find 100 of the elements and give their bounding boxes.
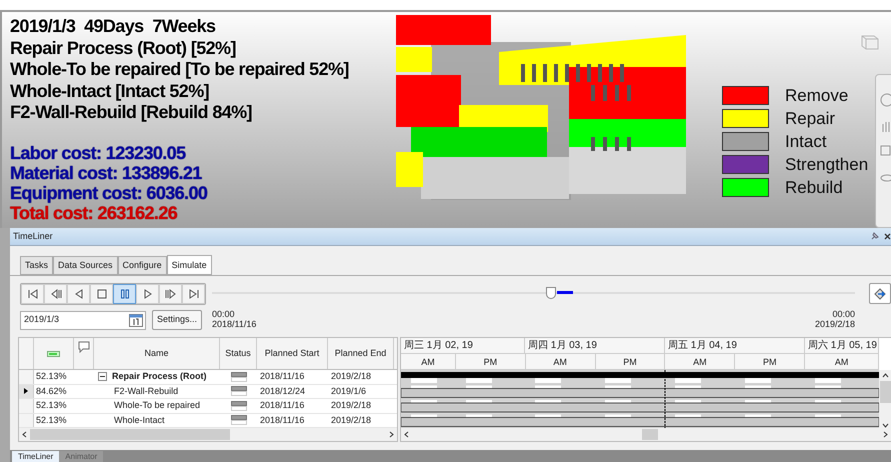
day-header: 周六 1月 05, 19	[805, 338, 879, 353]
column-header[interactable]: Status	[220, 338, 257, 369]
pin-icon	[870, 232, 879, 241]
step-forward-icon	[164, 288, 176, 300]
scroll-left-icon[interactable]	[404, 431, 409, 438]
status-icon	[230, 386, 246, 396]
table-cell-text: 2019/1/6	[330, 384, 368, 398]
transport-button[interactable]	[67, 284, 90, 304]
vertical-scrollbar[interactable]	[879, 370, 891, 428]
status-icon	[230, 415, 246, 426]
day-header: 周三 1月 02, 19	[401, 338, 525, 353]
horizontal-scrollbar[interactable]	[19, 428, 397, 441]
table-cell-text: 52.13%	[35, 370, 68, 383]
transport-button[interactable]	[21, 284, 44, 304]
half-day-header: PM	[596, 354, 666, 369]
row-header[interactable]	[19, 384, 34, 398]
table-cell-text: 2019/2/18	[330, 399, 372, 412]
start-time: 00:00	[212, 309, 236, 319]
table-cell-text: 2018/11/16	[259, 370, 306, 383]
transport-button[interactable]	[159, 284, 182, 304]
overlay-text: Repair Process (Root) [52%]	[10, 38, 237, 59]
table-cell-text: F2-Wall-Rebuild	[114, 384, 178, 398]
day-header: 周五 1月 04, 19	[665, 338, 805, 353]
overlay-text: Whole-To be repaired [To be repaired 52%]	[10, 59, 350, 80]
cost-text: Equipment cost: 6036.00	[10, 182, 208, 202]
bottom-tab[interactable]: TimeLiner	[12, 451, 60, 462]
skip-end-icon	[188, 288, 200, 300]
scroll-right-icon[interactable]	[389, 431, 394, 438]
overlay-text: 2019/1/3 49Days 7Weeks	[10, 16, 216, 38]
scroll-left-icon[interactable]	[22, 431, 27, 438]
transport-button[interactable]	[182, 284, 205, 304]
close-icon[interactable]	[884, 233, 891, 240]
battery-icon	[47, 350, 60, 356]
transport-button[interactable]	[90, 284, 113, 304]
transport-button[interactable]	[44, 284, 67, 304]
column-header[interactable]: Name	[94, 338, 220, 369]
transport-button[interactable]	[113, 284, 136, 304]
column-header[interactable]: Planned Start	[257, 338, 328, 369]
legend-label: Rebuild	[785, 179, 843, 196]
cost-text: Labor cost: 123230.05	[10, 142, 187, 162]
half-day-header: AM	[805, 354, 880, 369]
scroll-up-icon[interactable]	[882, 373, 888, 378]
scroll-right-icon[interactable]	[883, 431, 888, 438]
legend-label: Remove	[785, 87, 848, 104]
table-cell-text: 52.13%	[35, 414, 68, 426]
row-pointer-icon	[24, 388, 28, 394]
play-icon	[142, 288, 154, 300]
comment-icon	[78, 341, 90, 353]
scrollbar-thumb[interactable]	[642, 429, 658, 440]
horizontal-scrollbar[interactable]	[401, 428, 891, 441]
half-day-header: PM	[735, 354, 806, 369]
table-cell-text: 2018/12/24	[259, 384, 306, 398]
legend-label: Intact	[785, 133, 827, 150]
reverse-play-icon	[72, 288, 84, 300]
scrollbar-thumb[interactable]	[880, 381, 890, 403]
scrollbar-thumb[interactable]	[30, 429, 230, 440]
step-back-icon	[50, 288, 62, 300]
table-cell-text: Repair Process (Root)	[112, 370, 207, 383]
status-icon	[230, 400, 246, 411]
cost-text: Material cost: 133896.21	[10, 162, 203, 182]
export-icon	[873, 286, 887, 300]
calendar-icon[interactable]	[129, 314, 143, 326]
end-date: 2019/2/18	[814, 319, 855, 329]
overlay-text: F2-Wall-Rebuild [Rebuild 84%]	[10, 102, 253, 124]
table-cell-text: 2019/2/18	[330, 370, 372, 383]
day-header: 周四 1月 03, 19	[525, 338, 665, 353]
collapse-icon[interactable]	[98, 372, 107, 382]
transport-button[interactable]	[136, 284, 159, 304]
stop-icon	[96, 288, 108, 300]
overlay-text: Whole-Intact [Intact 52%]	[10, 80, 210, 102]
half-day-header: AM	[526, 354, 596, 369]
wheel-icon	[880, 93, 891, 107]
table-cell-text: 2019/2/18	[330, 414, 372, 426]
end-time: 00:00	[832, 309, 855, 319]
half-day-header: AM	[401, 354, 456, 369]
status-icon	[230, 372, 246, 382]
column-header[interactable]: Planned End	[328, 338, 394, 369]
table-cell-text: 84.62%	[35, 384, 68, 398]
cost-text: Total cost: 263162.26	[10, 202, 178, 222]
panel-tab[interactable]: Tasks	[20, 256, 54, 275]
progress-marker	[556, 291, 573, 294]
slider-thumb[interactable]	[546, 287, 556, 299]
legend-label: Strengthen	[785, 156, 868, 173]
skip-start-icon	[26, 288, 38, 300]
table-cell-text: 2018/11/16	[259, 399, 306, 412]
start-date: 2018/11/16	[212, 319, 256, 329]
legend-label: Repair	[785, 110, 836, 127]
half-day-header: PM	[456, 354, 526, 369]
panel-tab[interactable]: Configure	[118, 256, 167, 275]
date-field[interactable]: 2019/1/3	[20, 310, 146, 330]
settings-button[interactable]: Settings...	[152, 310, 202, 330]
table-cell-text: Whole-Intact	[114, 414, 165, 426]
table-cell-text: 2018/11/16	[259, 414, 306, 426]
scroll-down-icon[interactable]	[882, 423, 888, 428]
panel-tab[interactable]: Data Sources	[53, 256, 118, 275]
export-button[interactable]	[869, 283, 891, 304]
panel-title: TimeLiner	[13, 230, 53, 243]
panel-tab[interactable]: Simulate	[166, 255, 212, 275]
table-cell-text: 52.13%	[35, 399, 68, 412]
pause-icon	[118, 288, 130, 300]
